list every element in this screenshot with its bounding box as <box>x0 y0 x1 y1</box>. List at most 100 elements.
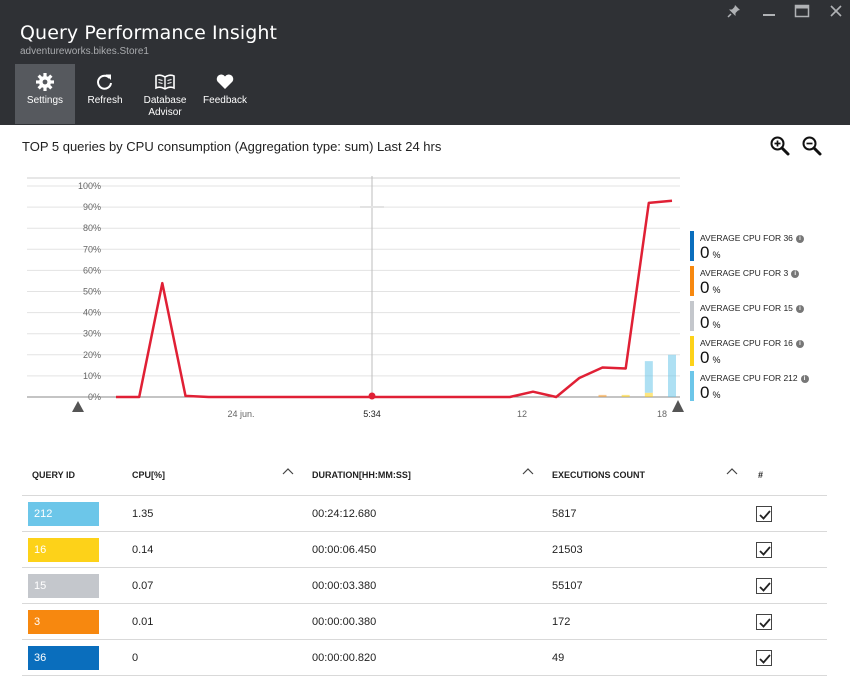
column-header-duration[interactable]: DURATION[HH:MM:SS] <box>312 459 411 495</box>
blade-header: Query Performance Insight adventureworks… <box>0 0 850 125</box>
checkmark-icon <box>759 546 771 556</box>
legend-value-unit: % <box>712 320 721 330</box>
legend-label: AVERAGE CPU FOR 3i <box>700 268 800 278</box>
close-icon[interactable] <box>822 0 850 22</box>
minimize-icon[interactable] <box>755 0 783 22</box>
legend-value-number: 0 <box>700 243 710 262</box>
legend-label: AVERAGE CPU FOR 36 i <box>700 233 804 243</box>
gear-icon <box>36 73 54 91</box>
row-checkbox[interactable] <box>756 506 772 522</box>
range-start-handle <box>72 401 84 412</box>
info-icon[interactable]: i <box>795 340 804 348</box>
info-icon[interactable]: i <box>800 375 809 383</box>
info-icon[interactable]: i <box>795 305 804 313</box>
sort-arrow-icon[interactable] <box>726 467 738 477</box>
column-header-executions[interactable]: EXECUTIONS COUNT <box>552 459 645 495</box>
legend-value: 0% <box>700 278 720 298</box>
blade-subtitle: adventureworks.bikes.Store1 <box>20 46 149 57</box>
column-header-query-id[interactable]: QUERY ID <box>32 459 75 495</box>
y-tick-label: 90% <box>83 202 101 212</box>
legend-color-swatch <box>690 371 694 401</box>
table-row[interactable]: 3 0.01 00:00:00.380 172 <box>22 603 827 639</box>
cpu-chart[interactable]: 100%90%80%70%60%50%40%30%20%10%0%24 jun.… <box>0 170 690 430</box>
legend-item[interactable]: AVERAGE CPU FOR 36 i 0% <box>690 231 820 263</box>
executions-cell: 49 <box>552 652 565 664</box>
checkmark-icon <box>759 618 771 628</box>
legend-item[interactable]: AVERAGE CPU FOR 16 i 0% <box>690 336 820 368</box>
sort-arrow-icon[interactable] <box>282 467 294 477</box>
legend-value-number: 0 <box>700 348 710 367</box>
marker-point <box>368 392 376 400</box>
x-tick-label: 12 <box>517 409 527 419</box>
y-tick-label: 100% <box>78 181 101 191</box>
chart-bar <box>621 394 630 397</box>
chart-bar <box>598 394 607 397</box>
x-tick-label: 18 <box>657 409 667 419</box>
duration-cell: 00:00:06.450 <box>312 544 377 556</box>
legend-label: AVERAGE CPU FOR 15 i <box>700 303 804 313</box>
query-id-badge: 16 <box>28 538 99 562</box>
sort-arrow-icon[interactable] <box>522 467 534 477</box>
legend-value: 0% <box>700 243 720 263</box>
legend-value: 0% <box>700 383 720 403</box>
legend-value-number: 0 <box>700 383 710 402</box>
info-icon[interactable]: i <box>791 270 800 278</box>
chart-bar <box>644 361 653 393</box>
legend-value-unit: % <box>712 355 721 365</box>
duration-cell: 00:00:03.380 <box>312 580 377 592</box>
refresh-icon <box>97 74 112 90</box>
column-header-select: # <box>758 470 764 480</box>
legend-color-swatch <box>690 336 694 366</box>
zoom-out-icon[interactable] <box>801 135 823 157</box>
y-tick-label: 60% <box>83 265 101 275</box>
executions-cell: 55107 <box>552 580 583 592</box>
table-row[interactable]: 15 0.07 00:00:03.380 55107 <box>22 567 827 603</box>
table-row[interactable]: 16 0.14 00:00:06.450 21503 <box>22 531 827 567</box>
legend-label: AVERAGE CPU FOR 212 i <box>700 373 809 383</box>
x-tick-label: 24 jun. <box>227 409 254 419</box>
cpu-cell: 0.14 <box>132 544 154 556</box>
legend-color-swatch <box>690 301 694 331</box>
executions-cell: 172 <box>552 616 571 628</box>
x-tick-label: 5:34 <box>363 409 381 419</box>
y-tick-label: 70% <box>83 244 101 254</box>
range-end-handle <box>672 400 684 412</box>
book-icon <box>155 74 175 90</box>
pin-icon[interactable] <box>720 0 748 22</box>
legend-item[interactable]: AVERAGE CPU FOR 212 i 0% <box>690 371 820 403</box>
cpu-cell: 0.07 <box>132 580 154 592</box>
legend-value-number: 0 <box>700 313 710 332</box>
feedback-label: Feedback <box>203 95 247 106</box>
chart-title: TOP 5 queries by CPU consumption (Aggreg… <box>22 139 442 154</box>
refresh-button[interactable]: Refresh <box>75 64 135 124</box>
table-row[interactable]: 212 1.35 00:24:12.680 5817 <box>22 495 827 531</box>
column-header-cpu[interactable]: CPU[%] <box>132 459 165 495</box>
legend-value-number: 0 <box>700 278 710 297</box>
executions-cell: 5817 <box>552 508 577 520</box>
legend-label-text: AVERAGE CPU FOR 36 <box>700 233 793 243</box>
row-checkbox[interactable] <box>756 614 772 630</box>
feedback-button[interactable]: Feedback <box>195 64 255 124</box>
info-icon[interactable]: i <box>795 235 804 243</box>
legend-color-swatch <box>690 266 694 296</box>
row-checkbox[interactable] <box>756 542 772 558</box>
legend-item[interactable]: AVERAGE CPU FOR 3 i 0% <box>690 266 820 298</box>
table-row[interactable]: 36 0 00:00:00.820 49 <box>22 639 827 675</box>
duration-cell: 00:00:00.380 <box>312 616 377 628</box>
cpu-cell: 0 <box>132 652 139 664</box>
legend-value-unit: % <box>712 285 721 295</box>
database-advisor-label-line2: Advisor <box>148 107 182 118</box>
query-id-badge: 3 <box>28 610 99 634</box>
row-checkbox[interactable] <box>756 650 772 666</box>
legend-value-unit: % <box>712 250 721 260</box>
database-advisor-button[interactable]: Database Advisor <box>135 64 195 124</box>
blade-title: Query Performance Insight <box>20 22 278 44</box>
maximize-icon[interactable] <box>788 0 816 22</box>
zoom-in-icon[interactable] <box>769 135 791 157</box>
settings-button[interactable]: Settings <box>15 64 75 124</box>
series-line <box>116 199 673 399</box>
legend-item[interactable]: AVERAGE CPU FOR 15 i 0% <box>690 301 820 333</box>
legend-label: AVERAGE CPU FOR 16 i <box>700 338 804 348</box>
row-checkbox[interactable] <box>756 578 772 594</box>
table-bottom-border <box>22 675 827 676</box>
